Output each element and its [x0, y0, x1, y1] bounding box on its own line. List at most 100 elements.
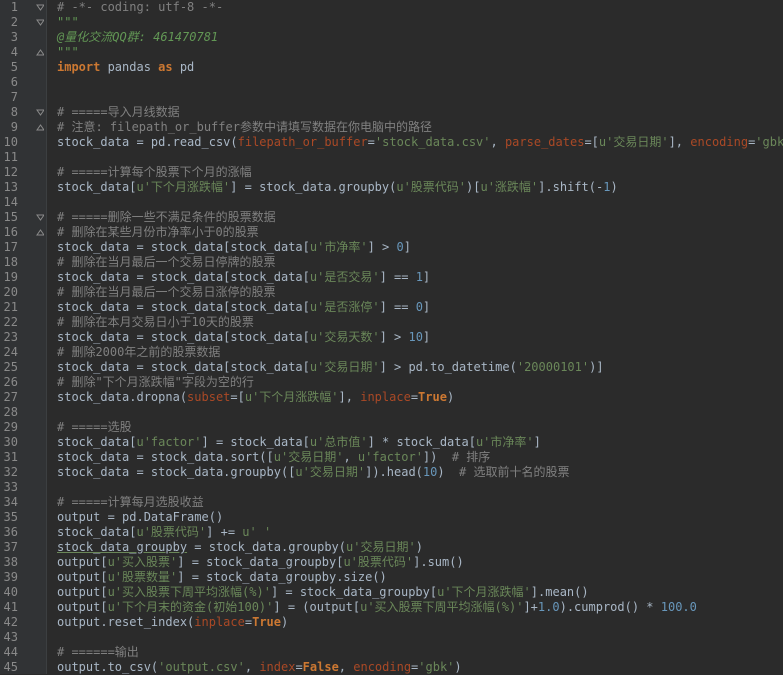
code-line[interactable]: 35 output = pd.DataFrame()	[0, 510, 783, 525]
code-token: stock_data = stock_data[stock_data[	[57, 360, 310, 374]
code-line[interactable]: 24 # 删除2000年之前的股票数据	[0, 345, 783, 360]
line-number: 15	[3, 210, 18, 224]
line-number: 21	[3, 300, 18, 314]
code-line[interactable]: 8 # =====导入月线数据	[0, 105, 783, 120]
code-line[interactable]: 36 stock_data[u'股票代码'] += u' '	[0, 525, 783, 540]
code-line[interactable]: 14	[0, 195, 783, 210]
fold-open-icon[interactable]	[36, 3, 44, 11]
code-line[interactable]: 16 # 删除在某些月份市净率小于0的股票	[0, 225, 783, 240]
code-line[interactable]: 29 # =====选股	[0, 420, 783, 435]
code-token: index	[259, 660, 296, 674]
code-token: False	[302, 660, 339, 674]
code-line[interactable]: 10 stock_data = pd.read_csv(filepath_or_b…	[0, 135, 783, 150]
code-line[interactable]: 28	[0, 405, 783, 420]
line-number: 19	[3, 270, 18, 284]
code-line[interactable]: 30 stock_data[u'factor'] = stock_data[u'总…	[0, 435, 783, 450]
code-token: 'stock_data.csv'	[374, 135, 491, 149]
code-line[interactable]: 13 stock_data[u'下个月涨跌幅'] = stock_data.gro…	[0, 180, 783, 195]
code-line[interactable]: 27 stock_data.dropna(subset=[u'下个月涨跌幅'], …	[0, 390, 783, 405]
line-code: stock_data = stock_data.groupby([u'交易日期'…	[57, 465, 570, 480]
code-token: )	[437, 465, 460, 479]
code-line[interactable]: 4 """	[0, 45, 783, 60]
code-token: ] * stock_data[	[367, 435, 476, 449]
fold-close-icon[interactable]	[36, 48, 44, 56]
code-line[interactable]: 43	[0, 630, 783, 645]
code-line[interactable]: 37 stock_data_groupby = stock_data.groupb…	[0, 540, 783, 555]
code-line[interactable]: 11	[0, 150, 783, 165]
line-number: 36	[3, 525, 18, 539]
code-token: 1.0	[537, 600, 560, 614]
line-code: stock_data[u'下个月涨跌幅'] = stock_data.group…	[57, 180, 618, 195]
fold-close-icon[interactable]	[36, 123, 44, 131]
line-code: # =====选股	[57, 420, 132, 435]
line-code: """	[57, 15, 79, 30]
code-token: u'市净率'	[309, 240, 368, 254]
code-line[interactable]: 22 # 删除在本月交易日小于10天的股票	[0, 315, 783, 330]
code-line[interactable]: 5 import pandas as pd	[0, 60, 783, 75]
code-line[interactable]: 3 @量化交流QQ群: 461470781	[0, 30, 783, 45]
line-code: # 删除"下个月涨跌幅"字段为空的行	[57, 375, 254, 390]
code-token: )	[281, 615, 289, 629]
line-code: stock_data.dropna(subset=[u'下个月涨跌幅'], in…	[57, 390, 454, 405]
code-line[interactable]: 44 # ======输出	[0, 645, 783, 660]
fold-open-icon[interactable]	[36, 108, 44, 116]
code-line[interactable]: 6	[0, 75, 783, 90]
code-token: u'交易日期'	[598, 135, 669, 149]
code-line[interactable]: 19 stock_data = stock_data[stock_data[u'是…	[0, 270, 783, 285]
code-line[interactable]: 9 # 注意: filepath_or_buffer参数中请填写数据在你电脑中的路…	[0, 120, 783, 135]
code-line[interactable]: 18 # 删除在当月最后一个交易日停牌的股票	[0, 255, 783, 270]
code-token: # 删除在当月最后一个交易日停牌的股票	[57, 255, 276, 269]
code-token: 'gbk'	[755, 135, 783, 149]
code-line[interactable]: 20 # 删除在当月最后一个交易日涨停的股票	[0, 285, 783, 300]
code-token: # 删除在某些月份市净率小于0的股票	[57, 225, 259, 239]
code-token: as	[158, 60, 173, 74]
code-line[interactable]: 42 output.reset_index(inplace=True)	[0, 615, 783, 630]
code-line[interactable]: 15 # =====删除一些不满足条件的股票数据	[0, 210, 783, 225]
line-code: stock_data[u'股票代码'] += u' '	[57, 525, 271, 540]
code-line[interactable]: 45 output.to_csv('output.csv', index=Fals…	[0, 660, 783, 675]
line-number: 26	[3, 375, 18, 389]
line-number: 23	[3, 330, 18, 344]
code-line[interactable]: 12 # =====计算每个股票下个月的涨幅	[0, 165, 783, 180]
code-line[interactable]: 17 stock_data = stock_data[stock_data[u'市…	[0, 240, 783, 255]
line-code: # 删除在当月最后一个交易日涨停的股票	[57, 285, 275, 300]
code-line[interactable]: 7	[0, 90, 783, 105]
code-token: stock_data = stock_data.groupby([	[57, 465, 296, 479]
code-token: '20000101'	[516, 360, 590, 374]
line-number: 17	[3, 240, 18, 254]
code-line[interactable]: 21 stock_data = stock_data[stock_data[u'是…	[0, 300, 783, 315]
code-line[interactable]: 41 output[u'下个月末的资金(初始100)'] = (output[u'…	[0, 600, 783, 615]
code-token: ,	[490, 135, 505, 149]
line-number: 38	[3, 555, 18, 569]
line-code: # =====删除一些不满足条件的股票数据	[57, 210, 276, 225]
code-line[interactable]: 34 # =====计算每月选股收益	[0, 495, 783, 510]
code-editor[interactable]: 1 # -*- coding: utf-8 -*- 2 """ 3 @量化交流QQ群: 4…	[0, 0, 783, 674]
code-token: pd	[172, 60, 195, 74]
code-line[interactable]: 39 output[u'股票数量'] = stock_data_groupby.s…	[0, 570, 783, 585]
line-code: output.reset_index(inplace=True)	[57, 615, 288, 630]
code-token: 'output.csv'	[158, 660, 245, 674]
fold-open-icon[interactable]	[36, 213, 44, 221]
code-line[interactable]: 32 stock_data = stock_data.groupby([u'交易日…	[0, 465, 783, 480]
code-line[interactable]: 38 output[u'买入股票'] = stock_data_groupby[u…	[0, 555, 783, 570]
code-line[interactable]: 26 # 删除"下个月涨跌幅"字段为空的行	[0, 375, 783, 390]
code-line[interactable]: 40 output[u'买入股票下周平均涨幅(%)'] = stock_data_…	[0, 585, 783, 600]
code-line[interactable]: 2 """	[0, 15, 783, 30]
code-line[interactable]: 25 stock_data = stock_data[stock_data[u'交…	[0, 360, 783, 375]
fold-open-icon[interactable]	[36, 18, 44, 26]
line-code: stock_data = stock_data[stock_data[u'是否交…	[57, 270, 430, 285]
fold-close-icon[interactable]	[36, 228, 44, 236]
line-number: 1	[10, 0, 18, 14]
code-line[interactable]: 31 stock_data = stock_data.sort([u'交易日期',…	[0, 450, 783, 465]
code-line[interactable]: 1 # -*- coding: utf-8 -*-	[0, 0, 783, 15]
code-token: ]	[422, 270, 431, 284]
code-line[interactable]: 33	[0, 480, 783, 495]
code-token: stock_data = pd.read_csv(	[57, 135, 238, 149]
code-line[interactable]: 23 stock_data = stock_data[stock_data[u'交…	[0, 330, 783, 345]
code-token: u'股票代码'	[396, 180, 467, 194]
line-code: stock_data = stock_data.sort([u'交易日期', u…	[57, 450, 490, 465]
line-code: output[u'买入股票'] = stock_data_groupby[u'股…	[57, 555, 464, 570]
code-token: # 选取前十名的股票	[459, 465, 570, 479]
line-code: stock_data = stock_data[stock_data[u'市净率…	[57, 240, 411, 255]
code-token: 100.0	[660, 600, 697, 614]
